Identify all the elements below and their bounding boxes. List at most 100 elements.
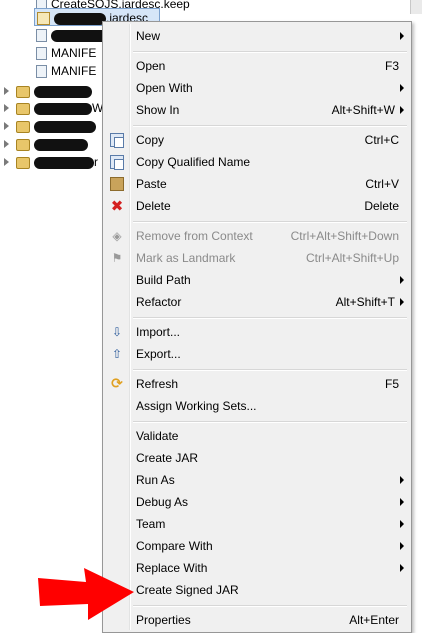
- scrollbar[interactable]: [410, 0, 422, 14]
- submenu-arrow-icon: [400, 84, 404, 92]
- refresh-icon: ⟳: [111, 376, 123, 392]
- menu-item-build-path[interactable]: Build Path: [105, 269, 409, 291]
- file-icon: [36, 47, 47, 61]
- menu-item-shortcut: Alt+Enter: [349, 613, 399, 627]
- menu-separator: [133, 51, 407, 53]
- context-menu: New Open F3 Open With Show In Alt+Shift+…: [102, 21, 412, 633]
- menu-item-label: Assign Working Sets...: [136, 399, 257, 413]
- redacted-text: [34, 156, 94, 169]
- copy-icon: [110, 133, 124, 148]
- menu-item-import[interactable]: ⇩ Import...: [105, 321, 409, 343]
- project-icon: [16, 138, 30, 151]
- menu-item-paste[interactable]: Paste Ctrl+V: [105, 173, 409, 195]
- menu-item-create-jar[interactable]: Create JAR: [105, 447, 409, 469]
- redacted-text: [34, 120, 96, 133]
- submenu-arrow-icon: [400, 106, 404, 114]
- menu-item-mark-as-landmark[interactable]: ⚑ Mark as Landmark Ctrl+Alt+Shift+Up: [105, 247, 409, 269]
- file-icon: [36, 29, 47, 43]
- project-icon: [16, 156, 30, 169]
- expand-arrow-icon[interactable]: [4, 87, 9, 95]
- expand-arrow-icon[interactable]: [4, 140, 9, 148]
- menu-item-assign-working-sets[interactable]: Assign Working Sets...: [105, 395, 409, 417]
- menu-item-shortcut: F3: [384, 59, 399, 73]
- menu-item-create-signed-jar[interactable]: Create Signed JAR: [105, 579, 409, 601]
- redacted-text: [34, 138, 88, 151]
- menu-item-shortcut: Ctrl+Alt+Shift+Up: [305, 251, 399, 265]
- menu-item-label: Paste: [136, 177, 167, 191]
- menu-item-label: Copy: [136, 133, 165, 147]
- submenu-arrow-icon: [400, 520, 404, 528]
- redacted-text: [34, 85, 92, 98]
- menu-item-label: Copy Qualified Name: [136, 155, 251, 169]
- menu-item-export[interactable]: ⇧ Export...: [105, 343, 409, 365]
- menu-item-label: Delete: [136, 199, 171, 213]
- tree-item-manifest[interactable]: MANIFE: [36, 62, 96, 80]
- menu-item-label: Create JAR: [136, 451, 199, 465]
- tree-item-label: MANIFE: [51, 64, 97, 78]
- menu-item-open[interactable]: Open F3: [105, 55, 409, 77]
- tree-project[interactable]: W: [0, 99, 103, 117]
- menu-separator: [133, 421, 407, 423]
- menu-item-properties[interactable]: Properties Alt+Enter: [105, 609, 409, 631]
- redacted-text: [54, 12, 106, 25]
- menu-item-label: Create Signed JAR: [136, 583, 239, 597]
- annotation-arrow-icon: [38, 568, 134, 620]
- menu-item-compare-with[interactable]: Compare With: [105, 535, 409, 557]
- menu-separator: [133, 605, 407, 607]
- project-icon: [16, 102, 30, 115]
- menu-item-validate[interactable]: Validate: [105, 425, 409, 447]
- menu-item-label: Team: [136, 517, 166, 531]
- menu-item-copy-qualified-name[interactable]: Copy Qualified Name: [105, 151, 409, 173]
- menu-item-open-with[interactable]: Open With: [105, 77, 409, 99]
- menu-item-shortcut: Ctrl+V: [365, 177, 399, 191]
- menu-item-label: Refactor: [136, 295, 182, 309]
- landmark-icon: ⚑: [111, 251, 123, 265]
- menu-separator: [133, 317, 407, 319]
- menu-item-label: New: [136, 29, 161, 43]
- menu-item-label: Mark as Landmark: [136, 251, 236, 265]
- tree-project[interactable]: [0, 82, 100, 100]
- menu-item-refresh[interactable]: ⟳ Refresh F5: [105, 373, 409, 395]
- menu-item-debug-as[interactable]: Debug As: [105, 491, 409, 513]
- menu-item-label: Replace With: [136, 561, 208, 575]
- menu-item-label: Remove from Context: [136, 229, 253, 243]
- expand-arrow-icon[interactable]: [4, 158, 9, 166]
- menu-item-run-as[interactable]: Run As: [105, 469, 409, 491]
- tree-item-label: MANIFE: [51, 46, 97, 60]
- menu-item-refactor[interactable]: Refactor Alt+Shift+T: [105, 291, 409, 313]
- submenu-arrow-icon: [400, 476, 404, 484]
- menu-separator: [133, 369, 407, 371]
- menu-item-label: Export...: [136, 347, 181, 361]
- menu-item-shortcut: Alt+Shift+W: [331, 103, 395, 117]
- menu-item-show-in[interactable]: Show In Alt+Shift+W: [105, 99, 409, 121]
- menu-item-delete[interactable]: ✖ Delete Delete: [105, 195, 409, 217]
- menu-item-label: Debug As: [136, 495, 189, 509]
- tree-project[interactable]: r: [0, 153, 100, 171]
- redacted-text: [34, 102, 92, 115]
- submenu-arrow-icon: [400, 542, 404, 550]
- menu-item-label: Run As: [136, 473, 175, 487]
- export-icon: ⇧: [111, 347, 123, 361]
- submenu-arrow-icon: [400, 298, 404, 306]
- menu-item-replace-with[interactable]: Replace With: [105, 557, 409, 579]
- tree-project[interactable]: [0, 135, 100, 153]
- menu-item-label: Build Path: [136, 273, 191, 287]
- menu-item-new[interactable]: New: [105, 25, 409, 47]
- menu-item-team[interactable]: Team: [105, 513, 409, 535]
- paste-icon: [110, 177, 124, 191]
- menu-item-remove-from-context[interactable]: ◈ Remove from Context Ctrl+Alt+Shift+Dow…: [105, 225, 409, 247]
- menu-separator: [133, 221, 407, 223]
- tree-item-file[interactable]: [36, 26, 111, 44]
- menu-item-shortcut: F5: [384, 377, 399, 391]
- submenu-arrow-icon: [400, 32, 404, 40]
- tree-project[interactable]: [0, 117, 100, 135]
- project-icon: [16, 85, 30, 98]
- menu-separator: [133, 125, 407, 127]
- menu-item-copy[interactable]: Copy Ctrl+C: [105, 129, 409, 151]
- expand-arrow-icon[interactable]: [4, 122, 9, 130]
- tree-item-manifest[interactable]: MANIFE: [36, 44, 96, 62]
- menu-item-shortcut: Ctrl+Alt+Shift+Down: [290, 229, 399, 243]
- expand-arrow-icon[interactable]: [4, 104, 9, 112]
- menu-item-shortcut: Ctrl+C: [364, 133, 399, 147]
- import-icon: ⇩: [111, 325, 123, 339]
